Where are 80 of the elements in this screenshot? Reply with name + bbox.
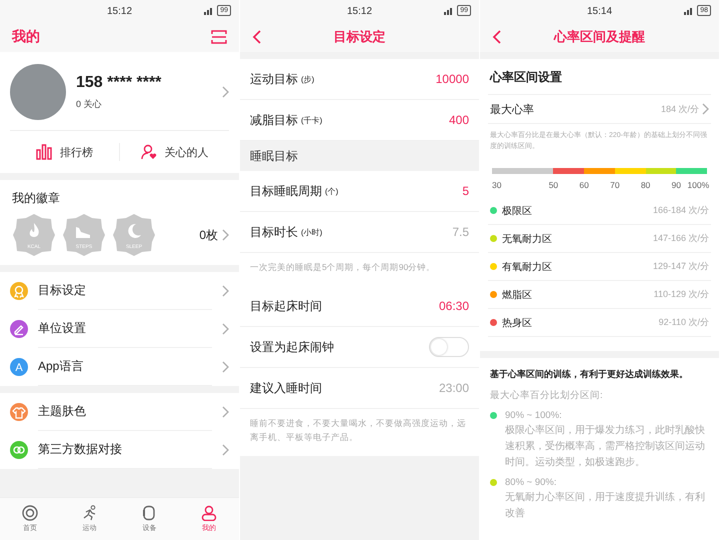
chevron-right-icon — [702, 103, 709, 115]
screen-title: 心率区间及提醒 — [554, 29, 645, 44]
tick-label: 50 — [548, 180, 558, 190]
zone-name: 燃脂区 — [502, 288, 532, 302]
chevron-right-icon — [222, 406, 229, 418]
zone-range: 129-147 次/分 — [652, 260, 709, 273]
status-time: 15:14 — [586, 6, 612, 16]
signal-icon — [204, 6, 214, 14]
unit-label: (步) — [301, 74, 314, 84]
section-title: 我的徽章 — [11, 190, 61, 207]
status-time: 15:12 — [106, 6, 132, 16]
chevron-right-icon — [222, 323, 229, 335]
badge-count: 0枚 — [199, 226, 218, 244]
setting-value: 7.5 — [452, 225, 469, 239]
zone-name: 极限区 — [502, 204, 532, 218]
user-name: 158 **** **** — [76, 74, 162, 92]
back-icon[interactable] — [492, 30, 501, 44]
chevron-right-icon — [222, 361, 229, 373]
unit-label: (千卡) — [301, 114, 322, 126]
letter-icon: A — [10, 358, 28, 376]
setting-value[interactable]: 5 — [462, 184, 469, 198]
screen-title: 我的 — [12, 28, 40, 46]
tick-label: 100% — [687, 180, 710, 190]
person-icon — [201, 505, 218, 521]
setting-value[interactable]: 06:30 — [438, 299, 469, 313]
zone-name: 热身区 — [502, 316, 532, 330]
signal-icon — [444, 6, 454, 14]
zone-range: 80% ~ 90%: — [505, 476, 558, 490]
watch-icon — [141, 505, 158, 521]
setting-label: 运动目标 — [250, 70, 298, 88]
tick-label: 90 — [672, 180, 682, 190]
status-time: 15:12 — [346, 6, 372, 16]
back-icon[interactable] — [252, 30, 261, 44]
setting-value[interactable]: 10000 — [436, 72, 469, 86]
follow-count: 0 关心 — [76, 98, 103, 110]
unit-label: (小时) — [301, 226, 322, 238]
tick-label: 60 — [579, 180, 589, 190]
zone-description: 无氧耐力心率区间，用于速度提升训练，有利改善 — [505, 490, 706, 521]
screen-title: 目标设定 — [334, 29, 386, 44]
setting-label: 减脂目标 — [250, 112, 298, 128]
setting-label: 最大心率 — [490, 102, 534, 116]
section-title: 心率区间设置 — [490, 70, 562, 84]
zone-range: 90% ~ 100%: — [505, 409, 563, 423]
zone-description: 极限心率区间，用于爆发力练习，此时乳酸快速积累，受伤概率高，需严格控制该区间运动时间。运动类型，如极速跑步。 — [505, 424, 706, 470]
chevron-right-icon — [222, 285, 229, 297]
person-heart-icon — [140, 144, 156, 160]
setting-label: 设置为起床闹钟 — [250, 338, 334, 356]
zone-name: 无氧耐力区 — [502, 232, 552, 246]
chevron-right-icon — [222, 86, 229, 98]
setting-label: 目标时长 — [250, 224, 298, 240]
target-icon — [22, 505, 38, 521]
signal-icon — [684, 6, 694, 14]
menu-icon[interactable] — [211, 29, 227, 45]
runner-icon — [82, 505, 98, 521]
guide-subheading: 最大心率百分比划分区间: — [490, 389, 604, 403]
tick-label: 70 — [610, 180, 620, 190]
zone-name: 有氧耐力区 — [502, 260, 552, 274]
tick-label: 80 — [640, 180, 650, 190]
tick-label: 30 — [492, 180, 502, 190]
section-heading: 睡眠目标 — [250, 148, 298, 164]
zone-range: 92-110 次/分 — [658, 316, 709, 329]
setting-label: 目标起床时间 — [250, 298, 322, 314]
zone-range: 110-129 次/分 — [654, 288, 709, 301]
shortcut-button[interactable]: 排行榜 — [10, 143, 119, 161]
chevron-right-icon — [222, 229, 229, 241]
setting-label: 目标睡眠周期 — [250, 182, 322, 200]
zone-range: 147-166 次/分 — [652, 232, 709, 245]
zone-range: 166-184 次/分 — [652, 204, 709, 217]
hint-text: 一次完美的睡眠是5个周期，每个周期90分钟。 — [250, 262, 436, 272]
shortcut-button[interactable]: 关心的人 — [119, 143, 229, 161]
unit-label: (个) — [325, 186, 338, 196]
setting-value[interactable]: 184 次/分 — [660, 102, 699, 116]
hint-text: 睡前不要进食，不要大量喝水，不要做高强度运动，远离手机、平板等电子产品。 — [250, 418, 466, 442]
guide-heading: 基于心率区间的训练，有利于更好达成训练效果。 — [490, 368, 689, 381]
setting-label: 建议入睡时间 — [250, 380, 322, 396]
setting-value[interactable]: 400 — [448, 113, 469, 127]
toggle-switch[interactable] — [429, 337, 469, 357]
chevron-right-icon — [222, 444, 229, 456]
bar-chart-icon — [36, 144, 52, 160]
setting-value: 23:00 — [438, 381, 469, 395]
